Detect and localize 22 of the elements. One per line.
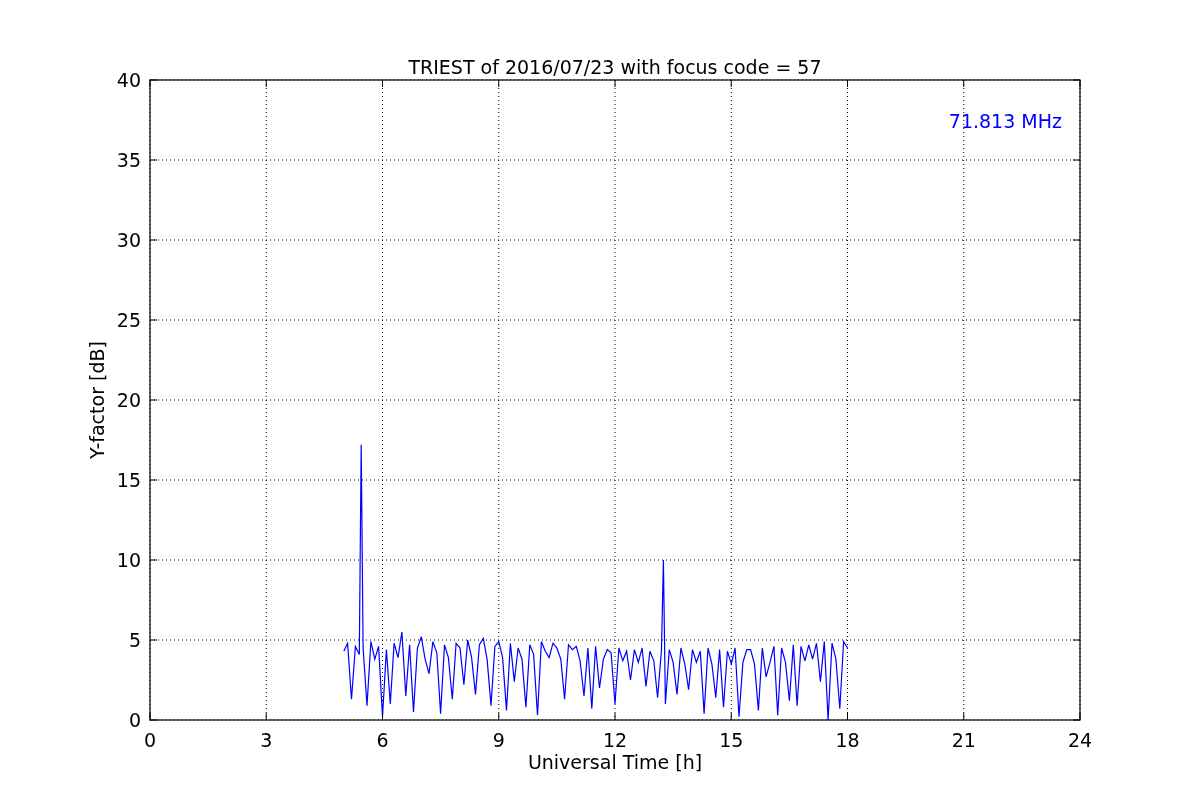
- x-tick-label: 15: [719, 729, 744, 751]
- x-tick-label: 24: [1067, 729, 1093, 751]
- y-tick-label: 5: [128, 629, 141, 651]
- x-tick-label: 12: [602, 729, 628, 751]
- y-tick-label: 40: [116, 69, 141, 91]
- x-tick-label: 21: [951, 729, 976, 751]
- y-tick-label: 10: [116, 549, 141, 571]
- y-tick-label: 15: [116, 469, 141, 491]
- y-tick-label: 20: [116, 389, 141, 411]
- x-axis-label: Universal Time [h]: [527, 751, 703, 773]
- x-tick-label: 3: [260, 729, 273, 751]
- x-tick-label: 18: [835, 729, 860, 751]
- y-tick-label: 0: [128, 709, 141, 731]
- y-axis-label: Y-factor [dB]: [86, 341, 108, 459]
- chart-title: TRIEST of 2016/07/23 with focus code = 57: [408, 56, 822, 78]
- y-tick-label: 25: [116, 309, 141, 331]
- x-tick-label: 0: [143, 729, 157, 751]
- series-label: 71.813 MHz: [948, 110, 1062, 132]
- y-tick-label: 30: [116, 229, 141, 251]
- x-tick-label: 6: [376, 729, 389, 751]
- y-tick-label: 35: [116, 149, 141, 171]
- x-tick-label: 9: [492, 729, 505, 751]
